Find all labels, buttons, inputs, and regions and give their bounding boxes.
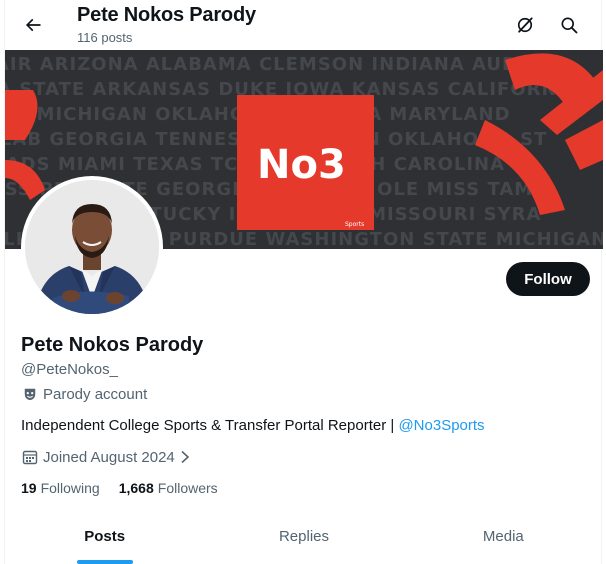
tab-label: Posts [84, 527, 126, 545]
arrow-left-icon [25, 18, 41, 32]
search-button[interactable] [551, 7, 587, 43]
banner-logo-text: No3 [257, 142, 346, 188]
following-link[interactable]: 19 Following [21, 480, 100, 496]
top-header: Pete Nokos Parody 116 posts [5, 0, 603, 50]
display-name: Pete Nokos Parody [21, 334, 204, 356]
joined-date: Joined August 2024 [43, 448, 175, 466]
back-button[interactable] [15, 7, 51, 43]
avatar-photo [25, 180, 159, 314]
tab-label: Replies [278, 527, 329, 545]
bio-text: Independent College Sports & Transfer Po… [21, 417, 399, 434]
bio-mention-link[interactable]: @No3Sports [398, 417, 484, 434]
following-label: Following [40, 480, 100, 496]
bio: Independent College Sports & Transfer Po… [21, 417, 485, 434]
handle: @PeteNokos_ [21, 361, 118, 378]
followers-count: 1,668 [118, 480, 154, 496]
grok-icon [517, 17, 533, 33]
search-icon [561, 17, 578, 34]
follow-button[interactable]: Follow [506, 262, 590, 296]
followers-link[interactable]: 1,668 Followers [119, 480, 218, 496]
tab-label: Media [482, 527, 524, 545]
tab-posts[interactable]: Posts [5, 508, 204, 564]
banner-school-row: AIR ARIZONA ALABAMA CLEMSON INDIANA AUBU… [5, 54, 563, 75]
calendar-icon [21, 448, 39, 466]
profile-page: Pete Nokos Parody 116 posts AIR ARIZONA … [4, 0, 603, 564]
tab-media[interactable]: Media [404, 508, 603, 564]
parody-label-row: Parody account [21, 385, 147, 403]
header-title: Pete Nokos Parody [77, 4, 256, 26]
chevron-right-icon [179, 450, 191, 464]
tab-replies[interactable]: Replies [204, 508, 403, 564]
posts-count: 116 posts [77, 30, 133, 45]
grok-button[interactable] [507, 7, 543, 43]
joined-row[interactable]: Joined August 2024 [21, 448, 191, 466]
parody-label: Parody account [43, 385, 148, 403]
follow-stats: 19 Following 1,668 Followers [21, 480, 237, 496]
active-tab-indicator [76, 560, 133, 564]
banner-logo-sub: Sports [345, 221, 364, 228]
followers-label: Followers [157, 480, 218, 496]
parody-mask-icon [21, 385, 39, 403]
profile-tabs: Posts Replies Media [5, 508, 603, 564]
avatar[interactable] [21, 176, 163, 318]
following-count: 19 [21, 480, 37, 496]
